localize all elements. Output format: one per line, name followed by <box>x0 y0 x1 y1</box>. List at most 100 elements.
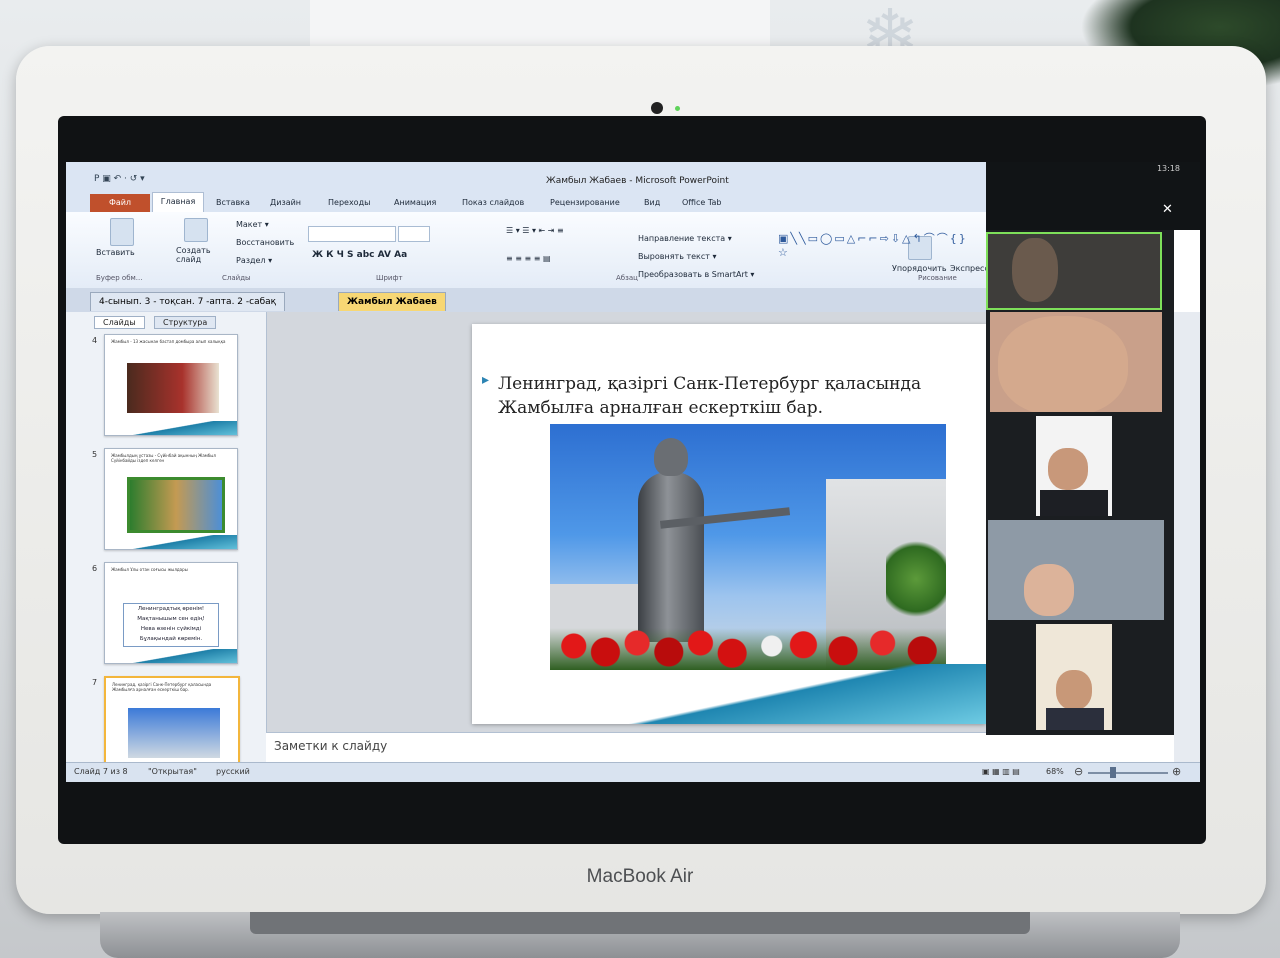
poem-line: Ленинградтық өренім! <box>137 606 205 612</box>
align-buttons[interactable]: ≡ ≡ ≡ ≡ ▤ <box>506 254 551 263</box>
font-format-buttons[interactable]: Ж К Ч S abc AV Aa <box>312 250 407 260</box>
tab-insert[interactable]: Вставка <box>216 198 250 207</box>
tab-slides[interactable]: Слайды <box>94 316 145 329</box>
participant-face <box>1024 564 1074 616</box>
group-font: Шрифт <box>376 274 403 282</box>
tab-slideshow[interactable]: Показ слайдов <box>462 198 524 207</box>
thumb-text: Ленинград, қазіргі Санк-Петербург қаласы… <box>112 682 212 692</box>
zoom-out-icon[interactable]: ⊖ <box>1074 765 1083 778</box>
group-drawing: Рисование <box>918 274 957 282</box>
tab-view[interactable]: Вид <box>644 198 660 207</box>
thumb-number-4: 4 <box>92 336 98 345</box>
thumb-number-6: 6 <box>92 564 98 573</box>
slide-counter: Слайд 7 из 8 <box>74 767 128 776</box>
group-clipboard: Буфер обм... <box>96 274 143 282</box>
thumb-number-7: 7 <box>92 678 98 687</box>
participant-face <box>998 316 1128 412</box>
slide-thumbnail-6[interactable]: Жамбыл Ұлы отан соғысы жылдары Ленинград… <box>104 562 238 664</box>
bullet-icon: ▸ <box>482 372 490 388</box>
tab-transitions[interactable]: Переходы <box>328 198 370 207</box>
smartart-button[interactable]: Преобразовать в SmartArt ▾ <box>638 270 754 279</box>
paste-button[interactable]: Вставить <box>96 248 135 257</box>
thumb-text: Жамбыл - 13 жасынан бастап домбыра алып … <box>111 339 226 344</box>
doc-tab-lesson[interactable]: 4-сынып. 3 - тоқсан. 7 -апта. 2 -сабақ <box>90 292 286 311</box>
shapes-gallery[interactable]: ▣╲╲▭◯▭△⌐⌐⇨⇩△↰⌒⌒{}☆ <box>778 232 966 278</box>
participant-face <box>1012 238 1058 302</box>
tab-review[interactable]: Рецензирование <box>550 198 620 207</box>
video-tile-2[interactable] <box>990 312 1162 412</box>
font-name-input[interactable] <box>308 226 396 242</box>
text-direction-button[interactable]: Направление текста ▾ <box>638 234 732 243</box>
video-tile-4[interactable] <box>988 520 1164 620</box>
close-icon[interactable]: ✕ <box>1162 202 1173 217</box>
participant-shirt <box>1046 708 1104 730</box>
participant-face <box>1048 448 1088 490</box>
thumb-poem: Ленинградтық өренім! Мақтанышым сен едің… <box>123 603 219 647</box>
zoom-slider[interactable] <box>1088 772 1168 774</box>
tab-file[interactable]: Файл <box>90 194 150 212</box>
express-styles-button[interactable]: Экспресс <box>950 264 989 273</box>
group-paragraph: Абзац <box>616 274 638 282</box>
tab-design[interactable]: Дизайн <box>270 198 301 207</box>
webcam <box>651 102 663 114</box>
view-buttons[interactable]: ▣ ▦ ▥ ▤ <box>982 767 1020 776</box>
poem-line: Бұлақындай көремін. <box>139 636 203 642</box>
thumb-text: Жамбылдың ұстазы - Сүйінбай ақынның Жамб… <box>111 453 216 463</box>
current-slide[interactable]: ▸ Ленинград, қазіргі Санк-Петербург қала… <box>472 324 986 724</box>
laptop-screen: P ▣ ↶ · ↺ ▾ Жамбыл Жабаев - Microsoft Po… <box>66 162 1200 782</box>
document-tabs: 4-сынып. 3 - тоқсан. 7 -апта. 2 -сабақ Ж… <box>66 288 986 312</box>
ppt-right-scrollbar[interactable] <box>1174 312 1200 762</box>
thumb-image <box>127 477 225 533</box>
align-text-button[interactable]: Выровнять текст ▾ <box>638 252 716 261</box>
participant-shirt <box>1040 490 1108 516</box>
powerpoint-titlebar: P ▣ ↶ · ↺ ▾ Жамбыл Жабаев - Microsoft Po… <box>66 162 986 194</box>
video-tile-3[interactable] <box>1036 416 1112 516</box>
video-tile-1[interactable] <box>986 232 1162 310</box>
zoom-header: 13:18 ✕ <box>986 162 1200 230</box>
arrange-button[interactable]: Упорядочить <box>892 264 947 273</box>
slide-body-text[interactable]: Ленинград, қазіргі Санк-Петербург қаласы… <box>498 372 978 420</box>
reset-button[interactable]: Восстановить <box>236 238 294 247</box>
tab-office-tab[interactable]: Office Tab <box>682 198 721 207</box>
ribbon-tabs: Вставка Дизайн Переходы Анимация Показ с… <box>66 194 986 212</box>
language-indicator[interactable]: русский <box>216 767 250 776</box>
font-size-input[interactable] <box>398 226 430 242</box>
zoom-video-gallery <box>986 230 1174 735</box>
list-buttons[interactable]: ☰ ▾ ☰ ▾ ⇤ ⇥ ≡ <box>506 226 564 235</box>
thumb-number-5: 5 <box>92 450 98 459</box>
new-slide-button[interactable]: Создать слайд <box>176 246 216 264</box>
layout-button[interactable]: Макет ▾ <box>236 220 269 229</box>
thumb-text: Жамбыл Ұлы отан соғысы жылдары <box>111 567 188 572</box>
tab-animation[interactable]: Анимация <box>394 198 436 207</box>
monument-photo <box>550 424 946 670</box>
tab-outline[interactable]: Структура <box>154 316 217 329</box>
thumb-wedge <box>105 421 237 435</box>
photo-flowers <box>550 610 946 670</box>
section-button[interactable]: Раздел ▾ <box>236 256 272 265</box>
slide-thumbnail-5[interactable]: Жамбылдың ұстазы - Сүйінбай ақынның Жамб… <box>104 448 238 550</box>
webcam-led <box>675 106 680 111</box>
thumb-image <box>128 708 220 758</box>
window-title: Жамбыл Жабаев - Microsoft PowerPoint <box>546 176 729 186</box>
thumb-wedge <box>105 649 237 663</box>
laptop-brand: MacBook Air <box>586 866 694 887</box>
doc-tab-zhambyl[interactable]: Жамбыл Жабаев <box>338 292 446 311</box>
thumb-wedge <box>105 535 237 549</box>
video-tile-5[interactable] <box>1036 624 1112 730</box>
slide-thumbnail-4[interactable]: Жамбыл - 13 жасынан бастап домбыра алып … <box>104 334 238 436</box>
tab-home[interactable]: Главная <box>152 192 204 213</box>
slide-thumbnail-7[interactable]: Ленинград, қазіргі Санк-Петербург қаласы… <box>104 676 240 766</box>
statue-head <box>654 438 688 476</box>
notes-placeholder: Заметки к слайду <box>274 739 388 753</box>
poem-line: Мақтанышым сен едің! <box>137 616 205 622</box>
new-slide-icon[interactable] <box>184 218 208 242</box>
zoom-in-icon[interactable]: ⊕ <box>1172 765 1181 778</box>
status-bar: Слайд 7 из 8 "Открытая" русский ▣ ▦ ▥ ▤ … <box>66 762 1200 782</box>
paste-icon[interactable] <box>110 218 134 246</box>
participant-face <box>1056 670 1092 710</box>
notes-pane[interactable]: Заметки к слайду <box>266 732 986 763</box>
quick-access-toolbar[interactable]: P ▣ ↶ · ↺ ▾ <box>94 174 145 184</box>
group-slides: Слайды <box>222 274 251 282</box>
zoom-level[interactable]: 68% <box>1046 767 1064 776</box>
zoom-slider-thumb[interactable] <box>1110 767 1116 778</box>
